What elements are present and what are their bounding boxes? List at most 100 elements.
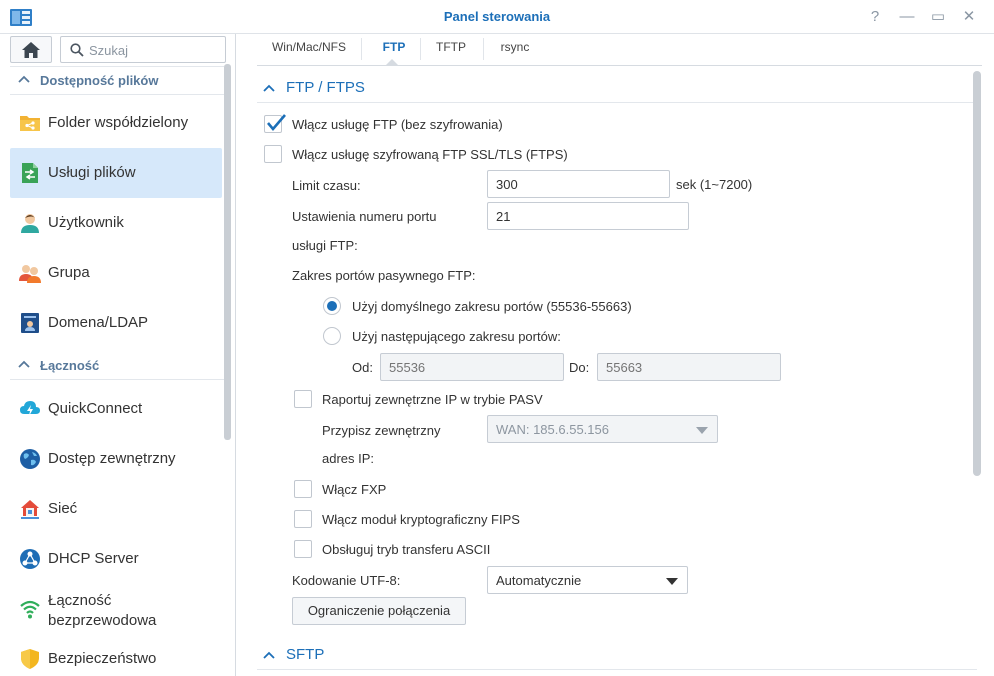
timeout-input[interactable]: 300: [487, 170, 670, 198]
sidebar-item-file-services[interactable]: Usługi plików: [10, 148, 222, 198]
search-box[interactable]: [60, 36, 226, 63]
sidebar-item-external-access[interactable]: Dostęp zewnętrzny: [10, 434, 222, 484]
tab-rsync[interactable]: rsync: [487, 40, 543, 60]
shield-icon: [21, 649, 39, 669]
tab-divider: [420, 38, 421, 60]
timeout-hint: sek (1~7200): [676, 177, 753, 192]
default-range-radio[interactable]: [323, 297, 341, 315]
utf8-select[interactable]: Automatycznie: [487, 566, 688, 594]
sidebar-item-label: Sieć: [48, 500, 78, 517]
sidebar: Dostępność plików Folder współdzielony U…: [0, 34, 236, 676]
ftp-port-input[interactable]: 21: [487, 202, 689, 230]
sidebar-item-label: DHCP Server: [48, 550, 139, 567]
ascii-mode-checkbox[interactable]: [294, 540, 312, 558]
sidebar-item-domain-ldap[interactable]: Domena/LDAP: [10, 298, 222, 348]
group-label: Łączność: [40, 358, 100, 373]
range-from-label: Od:: [352, 360, 373, 375]
divider: [10, 379, 224, 380]
user-icon: [21, 214, 39, 233]
maximize-button[interactable]: ▭: [927, 6, 949, 28]
range-to-input[interactable]: [597, 353, 781, 381]
sidebar-item-label: Bezpieczeństwo: [48, 650, 157, 667]
port-label-line2: usługi FTP:: [292, 238, 358, 253]
search-icon: [70, 43, 84, 57]
sidebar-item-wireless[interactable]: Łączność bezprzewodowa: [10, 584, 222, 634]
network-icon: [21, 500, 39, 519]
enable-fxp-label: Włącz FXP: [322, 482, 387, 497]
chevron-up-icon: [263, 84, 275, 92]
file-services-icon: [22, 163, 38, 183]
enable-ftp-checkbox[interactable]: [264, 114, 286, 133]
enable-fips-label: Włącz moduł kryptograficzny FIPS: [322, 512, 520, 527]
sidebar-item-shared-folder[interactable]: Folder współdzielony: [10, 98, 222, 148]
section-header-sftp[interactable]: SFTP: [257, 640, 977, 670]
enable-ftp-label: Włącz usługę FTP (bez szyfrowania): [292, 117, 503, 132]
shared-folder-icon: [20, 116, 40, 131]
sidebar-scrollbar[interactable]: [224, 64, 231, 440]
port-label: Ustawienia numeru portu: [292, 209, 437, 224]
report-external-ip-checkbox[interactable]: [294, 390, 312, 408]
chevron-up-icon: [18, 75, 30, 83]
home-icon: [22, 42, 40, 58]
connection-limit-button[interactable]: Ograniczenie połączenia: [292, 597, 466, 625]
wireless-icon: [20, 600, 40, 619]
enable-fips-checkbox[interactable]: [294, 510, 312, 528]
passive-range-label: Zakres portów pasywnego FTP:: [292, 268, 476, 283]
enable-ftps-label: Włącz usługę szyfrowaną FTP SSL/TLS (FTP…: [292, 147, 568, 162]
group-header-file-sharing[interactable]: Dostępność plików: [0, 66, 226, 96]
enable-fxp-checkbox[interactable]: [294, 480, 312, 498]
search-input[interactable]: [89, 40, 219, 60]
sidebar-item-group[interactable]: Grupa: [10, 248, 222, 298]
checkmark-icon: [267, 114, 286, 132]
quickconnect-icon: [20, 401, 40, 416]
external-access-icon: [20, 449, 40, 469]
home-button[interactable]: [10, 36, 52, 63]
group-header-connectivity[interactable]: Łączność: [0, 351, 226, 381]
range-to-label: Do:: [569, 360, 590, 375]
tab-divider: [483, 38, 484, 60]
tab-tftp[interactable]: TFTP: [425, 40, 477, 60]
chevron-up-icon: [263, 651, 275, 659]
window-title: Panel sterowania: [443, 9, 551, 24]
custom-range-label: Użyj następującego zakresu portów:: [352, 329, 561, 344]
divider: [10, 94, 224, 95]
title-bar: Panel sterowania ? — ▭ ✕: [0, 0, 994, 34]
domain-ldap-icon: [21, 313, 39, 333]
help-button[interactable]: ?: [864, 6, 886, 28]
tab-divider: [361, 38, 362, 60]
sidebar-item-label: Domena/LDAP: [48, 314, 149, 331]
sidebar-item-label: Folder współdzielony: [48, 114, 189, 131]
assign-external-label: Przypisz zewnętrzny: [322, 423, 441, 438]
tab-ftp[interactable]: FTP: [365, 40, 423, 60]
custom-range-radio[interactable]: [323, 327, 341, 345]
sidebar-item-user[interactable]: Użytkownik: [10, 198, 222, 248]
chevron-up-icon: [18, 360, 30, 368]
sidebar-item-label: Usługi plików: [48, 164, 136, 181]
dropdown-arrow-icon: [696, 427, 708, 434]
tab-win-mac-nfs[interactable]: Win/Mac/NFS: [263, 40, 355, 60]
sidebar-item-security[interactable]: Bezpieczeństwo: [10, 634, 222, 676]
content-scrollbar[interactable]: [973, 71, 981, 476]
section-title: SFTP: [286, 646, 325, 663]
ascii-mode-label: Obsługuj tryb transferu ASCII: [322, 542, 491, 557]
utf8-label: Kodowanie UTF-8:: [292, 573, 401, 588]
enable-ftps-checkbox[interactable]: [264, 145, 282, 163]
sidebar-item-network[interactable]: Sieć: [10, 484, 222, 534]
default-range-label: Użyj domyślnego zakresu portów (55536-55…: [352, 299, 632, 314]
section-title: FTP / FTPS: [286, 79, 365, 96]
ftp-settings-panel: FTP / FTPS Włącz usługę FTP (bez szyfrow…: [237, 67, 994, 676]
range-from-input[interactable]: [380, 353, 564, 381]
close-button[interactable]: ✕: [958, 6, 980, 28]
timeout-label: Limit czasu:: [292, 178, 361, 193]
utf8-value: Automatycznie: [496, 573, 582, 588]
external-ip-select[interactable]: WAN: 185.6.55.156: [487, 415, 718, 443]
sidebar-item-label: Dostęp zewnętrzny: [48, 450, 176, 467]
group-label: Dostępność plików: [40, 73, 159, 88]
sidebar-item-quickconnect[interactable]: QuickConnect: [10, 384, 222, 434]
minimize-button[interactable]: —: [896, 6, 918, 28]
report-external-ip-label: Raportuj zewnętrzne IP w trybie PASV: [322, 392, 543, 407]
section-header-ftp[interactable]: FTP / FTPS: [257, 73, 977, 103]
sidebar-item-label: Grupa: [48, 264, 90, 281]
sidebar-item-dhcp-server[interactable]: DHCP Server: [10, 534, 222, 584]
dhcp-server-icon: [20, 549, 40, 569]
